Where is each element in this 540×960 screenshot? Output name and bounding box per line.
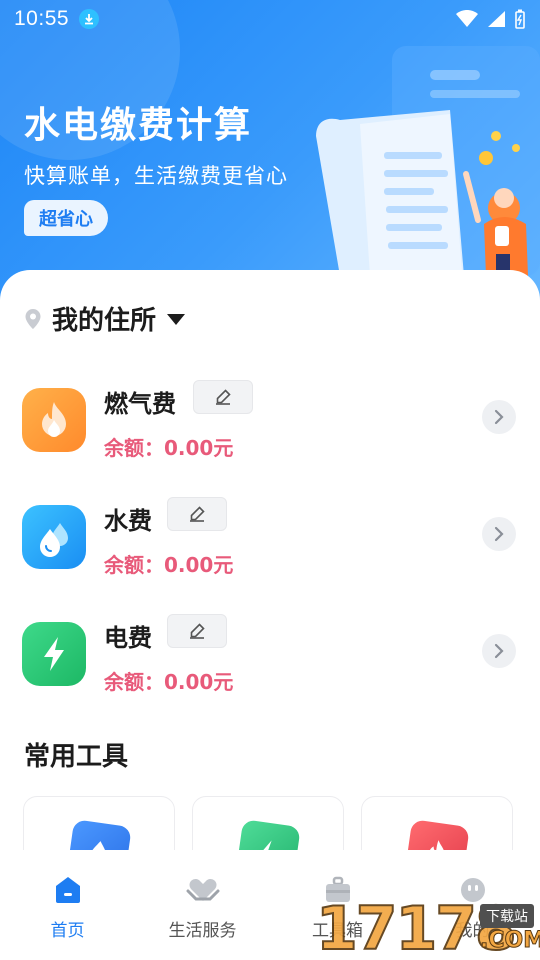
bill-balance: 余额：0.00元	[104, 670, 234, 694]
nav-label: 工具箱	[312, 921, 363, 941]
chevron-right-icon[interactable]	[482, 517, 516, 551]
edit-button[interactable]	[167, 614, 227, 648]
nav-home[interactable]: 首页	[0, 872, 135, 941]
profile-icon	[460, 878, 485, 902]
home-icon	[55, 877, 80, 903]
heart-hands-icon	[186, 878, 219, 901]
chevron-right-icon[interactable]	[482, 400, 516, 434]
nav-life-services[interactable]: 生活服务	[135, 872, 270, 941]
status-bar: 10:55	[0, 0, 540, 38]
bill-item-water[interactable]: 水费 余额：0.00元	[0, 497, 540, 597]
nav-profile[interactable]: 我的	[405, 872, 540, 941]
flame-icon	[22, 388, 86, 452]
edit-button[interactable]	[167, 497, 227, 531]
wifi-icon	[456, 10, 478, 27]
hero-subtitle: 快算账单，生活缴费更省心	[24, 164, 288, 188]
bill-item-electricity[interactable]: 电费 余额：0.00元	[0, 614, 540, 714]
hero-title: 水电缴费计算	[24, 105, 253, 146]
main-card: 我的住所 燃气费 余额：0.00元 水费 余额：0.00元 电费 余额：0.00…	[0, 270, 540, 876]
bottom-nav: 首页 生活服务 工具箱 我的	[0, 850, 540, 960]
pencil-icon	[190, 506, 205, 522]
water-drop-icon	[22, 505, 86, 569]
bill-name: 水费	[104, 507, 152, 535]
bill-item-gas[interactable]: 燃气费 余额：0.00元	[0, 380, 540, 480]
bill-balance: 余额：0.00元	[104, 436, 234, 460]
bill-name: 电费	[104, 624, 152, 652]
nav-label: 首页	[50, 921, 85, 941]
bill-name: 燃气费	[104, 390, 176, 418]
signal-icon	[488, 11, 505, 27]
caret-down-icon	[167, 313, 186, 325]
tools-section-title: 常用工具	[24, 742, 129, 772]
lightning-icon	[22, 622, 86, 686]
receipt-illustration	[316, 46, 540, 276]
status-time: 10:55	[14, 7, 70, 30]
edit-button[interactable]	[193, 380, 253, 414]
hero-badge: 超省心	[24, 200, 108, 236]
pencil-icon	[190, 623, 205, 639]
nav-toolbox[interactable]: 工具箱	[270, 872, 405, 941]
nav-label: 我的	[455, 921, 490, 941]
hero-banner: 10:55 水电缴费计算 快算账单，生活缴费更省心 超省心	[0, 0, 540, 300]
chevron-right-icon[interactable]	[482, 634, 516, 668]
residence-label: 我的住所	[52, 306, 157, 336]
toolbox-icon	[325, 876, 350, 902]
battery-icon	[515, 9, 525, 29]
bill-balance: 余额：0.00元	[104, 553, 234, 577]
nav-label: 生活服务	[168, 921, 237, 941]
pencil-icon	[216, 389, 231, 405]
residence-selector[interactable]: 我的住所	[24, 300, 186, 337]
location-pin-icon	[25, 308, 41, 329]
download-icon	[79, 9, 100, 29]
